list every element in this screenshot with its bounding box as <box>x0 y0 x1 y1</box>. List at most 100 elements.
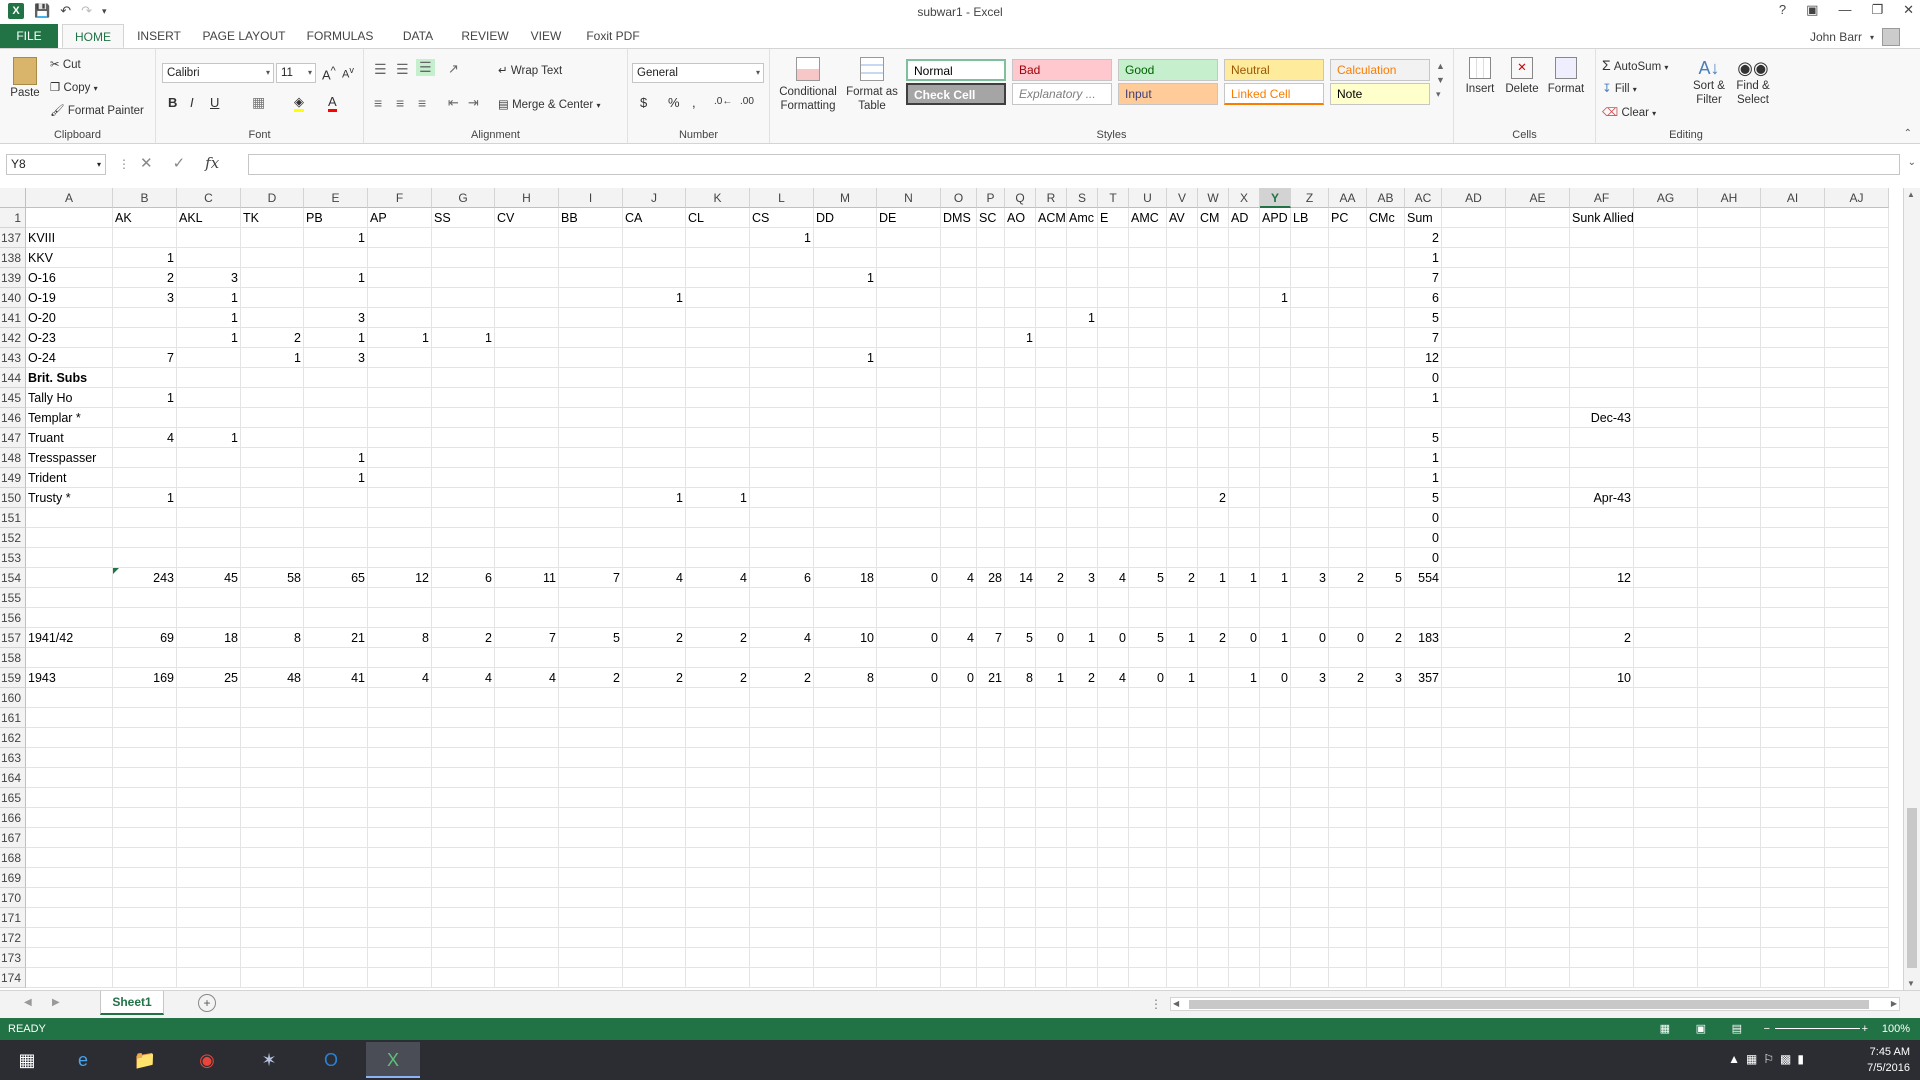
cell-t172[interactable] <box>1098 928 1129 948</box>
cell-h153[interactable] <box>495 548 559 568</box>
cell-ag155[interactable] <box>1634 588 1698 608</box>
cell-s156[interactable] <box>1067 608 1098 628</box>
cell-u160[interactable] <box>1129 688 1167 708</box>
cell-m140[interactable] <box>814 288 877 308</box>
cell-ae155[interactable] <box>1506 588 1570 608</box>
cell-af142[interactable] <box>1570 328 1634 348</box>
cell-e152[interactable] <box>304 528 368 548</box>
cell-ab154[interactable]: 5 <box>1367 568 1405 588</box>
cell-i149[interactable] <box>559 468 623 488</box>
cell-r150[interactable] <box>1036 488 1067 508</box>
cell-k151[interactable] <box>686 508 750 528</box>
cell-q169[interactable] <box>1005 868 1036 888</box>
cell-e167[interactable] <box>304 828 368 848</box>
cell-y164[interactable] <box>1260 768 1291 788</box>
cell-s152[interactable] <box>1067 528 1098 548</box>
cell-f163[interactable] <box>368 748 432 768</box>
cell-q166[interactable] <box>1005 808 1036 828</box>
cell-z139[interactable] <box>1291 268 1329 288</box>
cell-ae174[interactable] <box>1506 968 1570 988</box>
cell-c140[interactable]: 1 <box>177 288 241 308</box>
cell-z143[interactable] <box>1291 348 1329 368</box>
cell-c139[interactable]: 3 <box>177 268 241 288</box>
column-header-i[interactable]: I <box>559 188 623 208</box>
cell-ag159[interactable] <box>1634 668 1698 688</box>
cell-b140[interactable]: 3 <box>113 288 177 308</box>
cell-aa163[interactable] <box>1329 748 1367 768</box>
cell-m144[interactable] <box>814 368 877 388</box>
cell-k157[interactable]: 2 <box>686 628 750 648</box>
cell-ad142[interactable] <box>1442 328 1506 348</box>
cell-c169[interactable] <box>177 868 241 888</box>
cell-r156[interactable] <box>1036 608 1067 628</box>
cell-ah142[interactable] <box>1698 328 1761 348</box>
cell-a139[interactable]: O-16 <box>26 268 113 288</box>
cell-g147[interactable] <box>432 428 495 448</box>
cell-aj161[interactable] <box>1825 708 1889 728</box>
cell-c158[interactable] <box>177 648 241 668</box>
cell-h148[interactable] <box>495 448 559 468</box>
cell-ag150[interactable] <box>1634 488 1698 508</box>
cell-ad152[interactable] <box>1442 528 1506 548</box>
row-header-144[interactable]: 144 <box>0 368 26 388</box>
cell-ad141[interactable] <box>1442 308 1506 328</box>
row-header-157[interactable]: 157 <box>0 628 26 648</box>
cell-af168[interactable] <box>1570 848 1634 868</box>
cell-s159[interactable]: 2 <box>1067 668 1098 688</box>
cell-ah151[interactable] <box>1698 508 1761 528</box>
cell-e141[interactable]: 3 <box>304 308 368 328</box>
number-format-dropdown[interactable]: General ▾ <box>632 63 764 83</box>
column-header-k[interactable]: K <box>686 188 750 208</box>
cell-t138[interactable] <box>1098 248 1129 268</box>
cell-q168[interactable] <box>1005 848 1036 868</box>
cell-ad162[interactable] <box>1442 728 1506 748</box>
cell-j152[interactable] <box>623 528 686 548</box>
cell-f171[interactable] <box>368 908 432 928</box>
cell-x164[interactable] <box>1229 768 1260 788</box>
cell-q167[interactable] <box>1005 828 1036 848</box>
cell-w141[interactable] <box>1198 308 1229 328</box>
cell-y161[interactable] <box>1260 708 1291 728</box>
cell-ae157[interactable] <box>1506 628 1570 648</box>
cell-k146[interactable] <box>686 408 750 428</box>
cell-o155[interactable] <box>941 588 977 608</box>
cell-u146[interactable] <box>1129 408 1167 428</box>
cell-o144[interactable] <box>941 368 977 388</box>
cell-ah154[interactable] <box>1698 568 1761 588</box>
cell-ad174[interactable] <box>1442 968 1506 988</box>
cell-ac150[interactable]: 5 <box>1405 488 1442 508</box>
cell-c164[interactable] <box>177 768 241 788</box>
cell-w165[interactable] <box>1198 788 1229 808</box>
cell-y169[interactable] <box>1260 868 1291 888</box>
row-header-155[interactable]: 155 <box>0 588 26 608</box>
cell-af158[interactable] <box>1570 648 1634 668</box>
cell-p173[interactable] <box>977 948 1005 968</box>
cell-j140[interactable]: 1 <box>623 288 686 308</box>
cell-u150[interactable] <box>1129 488 1167 508</box>
cell-i174[interactable] <box>559 968 623 988</box>
cell-w158[interactable] <box>1198 648 1229 668</box>
cell-f174[interactable] <box>368 968 432 988</box>
cell-v145[interactable] <box>1167 388 1198 408</box>
cell-z163[interactable] <box>1291 748 1329 768</box>
cell-l140[interactable] <box>750 288 814 308</box>
row-header-148[interactable]: 148 <box>0 448 26 468</box>
cell-w151[interactable] <box>1198 508 1229 528</box>
row-header-141[interactable]: 141 <box>0 308 26 328</box>
cell-ac168[interactable] <box>1405 848 1442 868</box>
style-check-cell[interactable]: Check Cell <box>906 83 1006 105</box>
cell-y1[interactable]: APD <box>1260 208 1291 228</box>
cell-d1[interactable]: TK <box>241 208 304 228</box>
cell-t164[interactable] <box>1098 768 1129 788</box>
cell-p156[interactable] <box>977 608 1005 628</box>
enter-icon[interactable]: ✓ <box>173 154 186 172</box>
cell-w171[interactable] <box>1198 908 1229 928</box>
cell-s174[interactable] <box>1067 968 1098 988</box>
cell-i148[interactable] <box>559 448 623 468</box>
row-header-174[interactable]: 174 <box>0 968 26 988</box>
cell-l158[interactable] <box>750 648 814 668</box>
cell-q152[interactable] <box>1005 528 1036 548</box>
cell-r174[interactable] <box>1036 968 1067 988</box>
cell-ac152[interactable]: 0 <box>1405 528 1442 548</box>
cell-ad154[interactable] <box>1442 568 1506 588</box>
